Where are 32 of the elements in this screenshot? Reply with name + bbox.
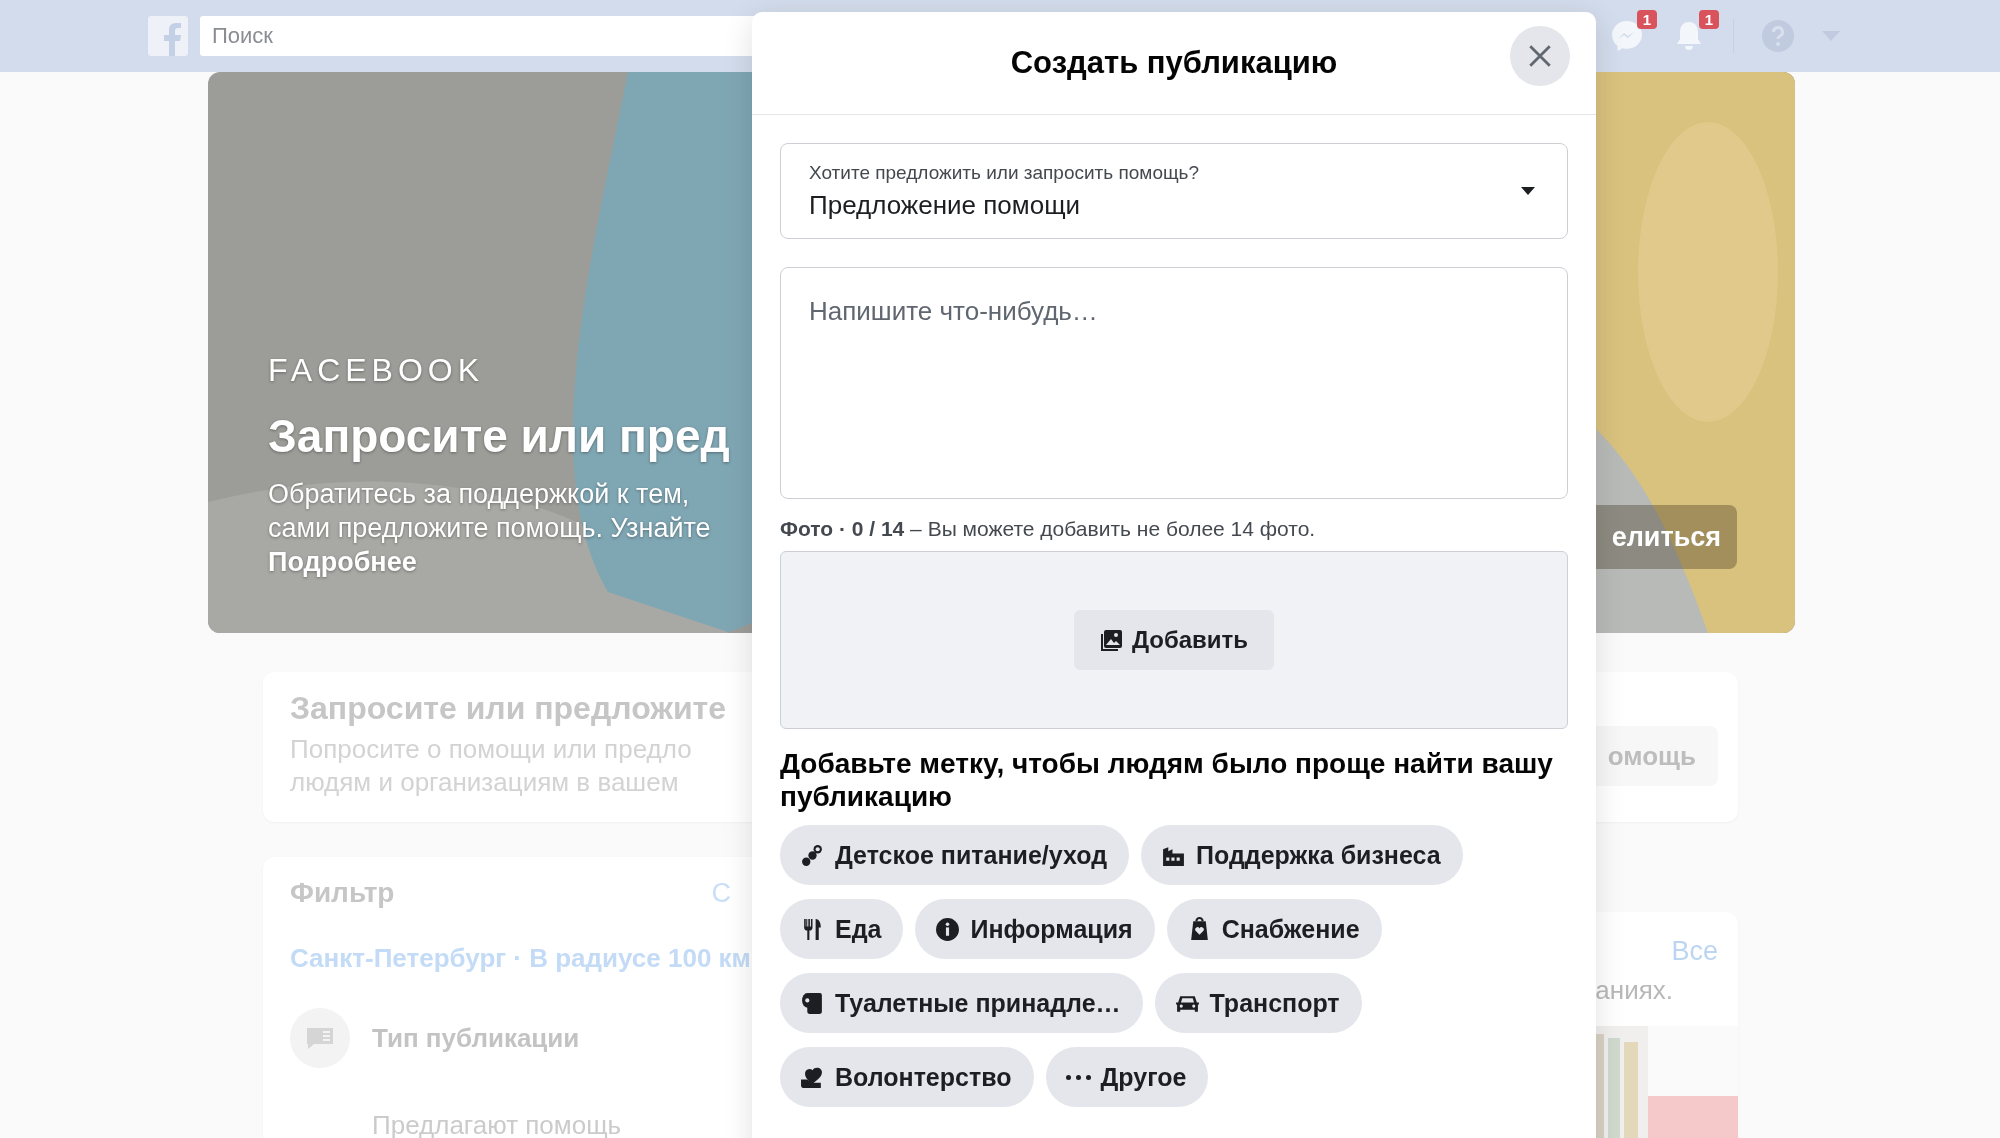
- toilet-paper-icon: [800, 990, 825, 1016]
- suggestions-text: аниях.: [1595, 975, 1673, 1006]
- post-type-label: Тип публикации: [372, 1022, 580, 1054]
- dialog-title: Создать публикацию: [1010, 45, 1338, 81]
- pacifier-icon: [800, 842, 825, 868]
- card-title: Запросите или предложите: [290, 690, 727, 727]
- hero-title: Запросите или пред: [268, 409, 730, 463]
- hero-description: Обратитесь за поддержкой к тем,: [268, 478, 691, 511]
- tag-chip[interactable]: Информация: [915, 899, 1155, 959]
- tag-chip[interactable]: Снабжение: [1166, 899, 1382, 959]
- photo-icon: [1099, 628, 1124, 652]
- tag-chip[interactable]: Волонтерство: [780, 1047, 1034, 1107]
- info-icon: [935, 916, 961, 942]
- message-field[interactable]: Напишите что-нибудь…: [780, 267, 1568, 499]
- notification-badge: 1: [1636, 10, 1657, 29]
- tag-chip[interactable]: Туалетные принадле…: [780, 973, 1143, 1033]
- notification-badge: 1: [1698, 10, 1719, 29]
- brand-wordmark: FACEBOOK: [268, 352, 486, 389]
- tag-chip[interactable]: Детское питание/уход: [780, 825, 1130, 885]
- tag-chip[interactable]: Другое: [1045, 1047, 1209, 1107]
- tag-chip[interactable]: Транспорт: [1154, 973, 1362, 1033]
- tag-chip[interactable]: Поддержка бизнеса: [1141, 825, 1463, 885]
- filter-title: Фильтр: [290, 877, 395, 909]
- close-icon: [1527, 43, 1553, 69]
- add-photo-button[interactable]: Добавить: [1073, 610, 1275, 670]
- help-type-select[interactable]: Хотите предложить или запросить помощь? Предложение помощи: [780, 143, 1568, 239]
- hero-description: сами предложите помощь. Узнайте: [268, 512, 712, 545]
- dropdown-icon: [1521, 187, 1535, 195]
- chat-icon: [290, 1008, 350, 1068]
- tag-chip[interactable]: Еда: [780, 899, 904, 959]
- photo-limit-text: Фото · 0 / 14 – Вы можете добавить не более 14 фото.: [780, 517, 1317, 541]
- more-icon: [1065, 1074, 1091, 1080]
